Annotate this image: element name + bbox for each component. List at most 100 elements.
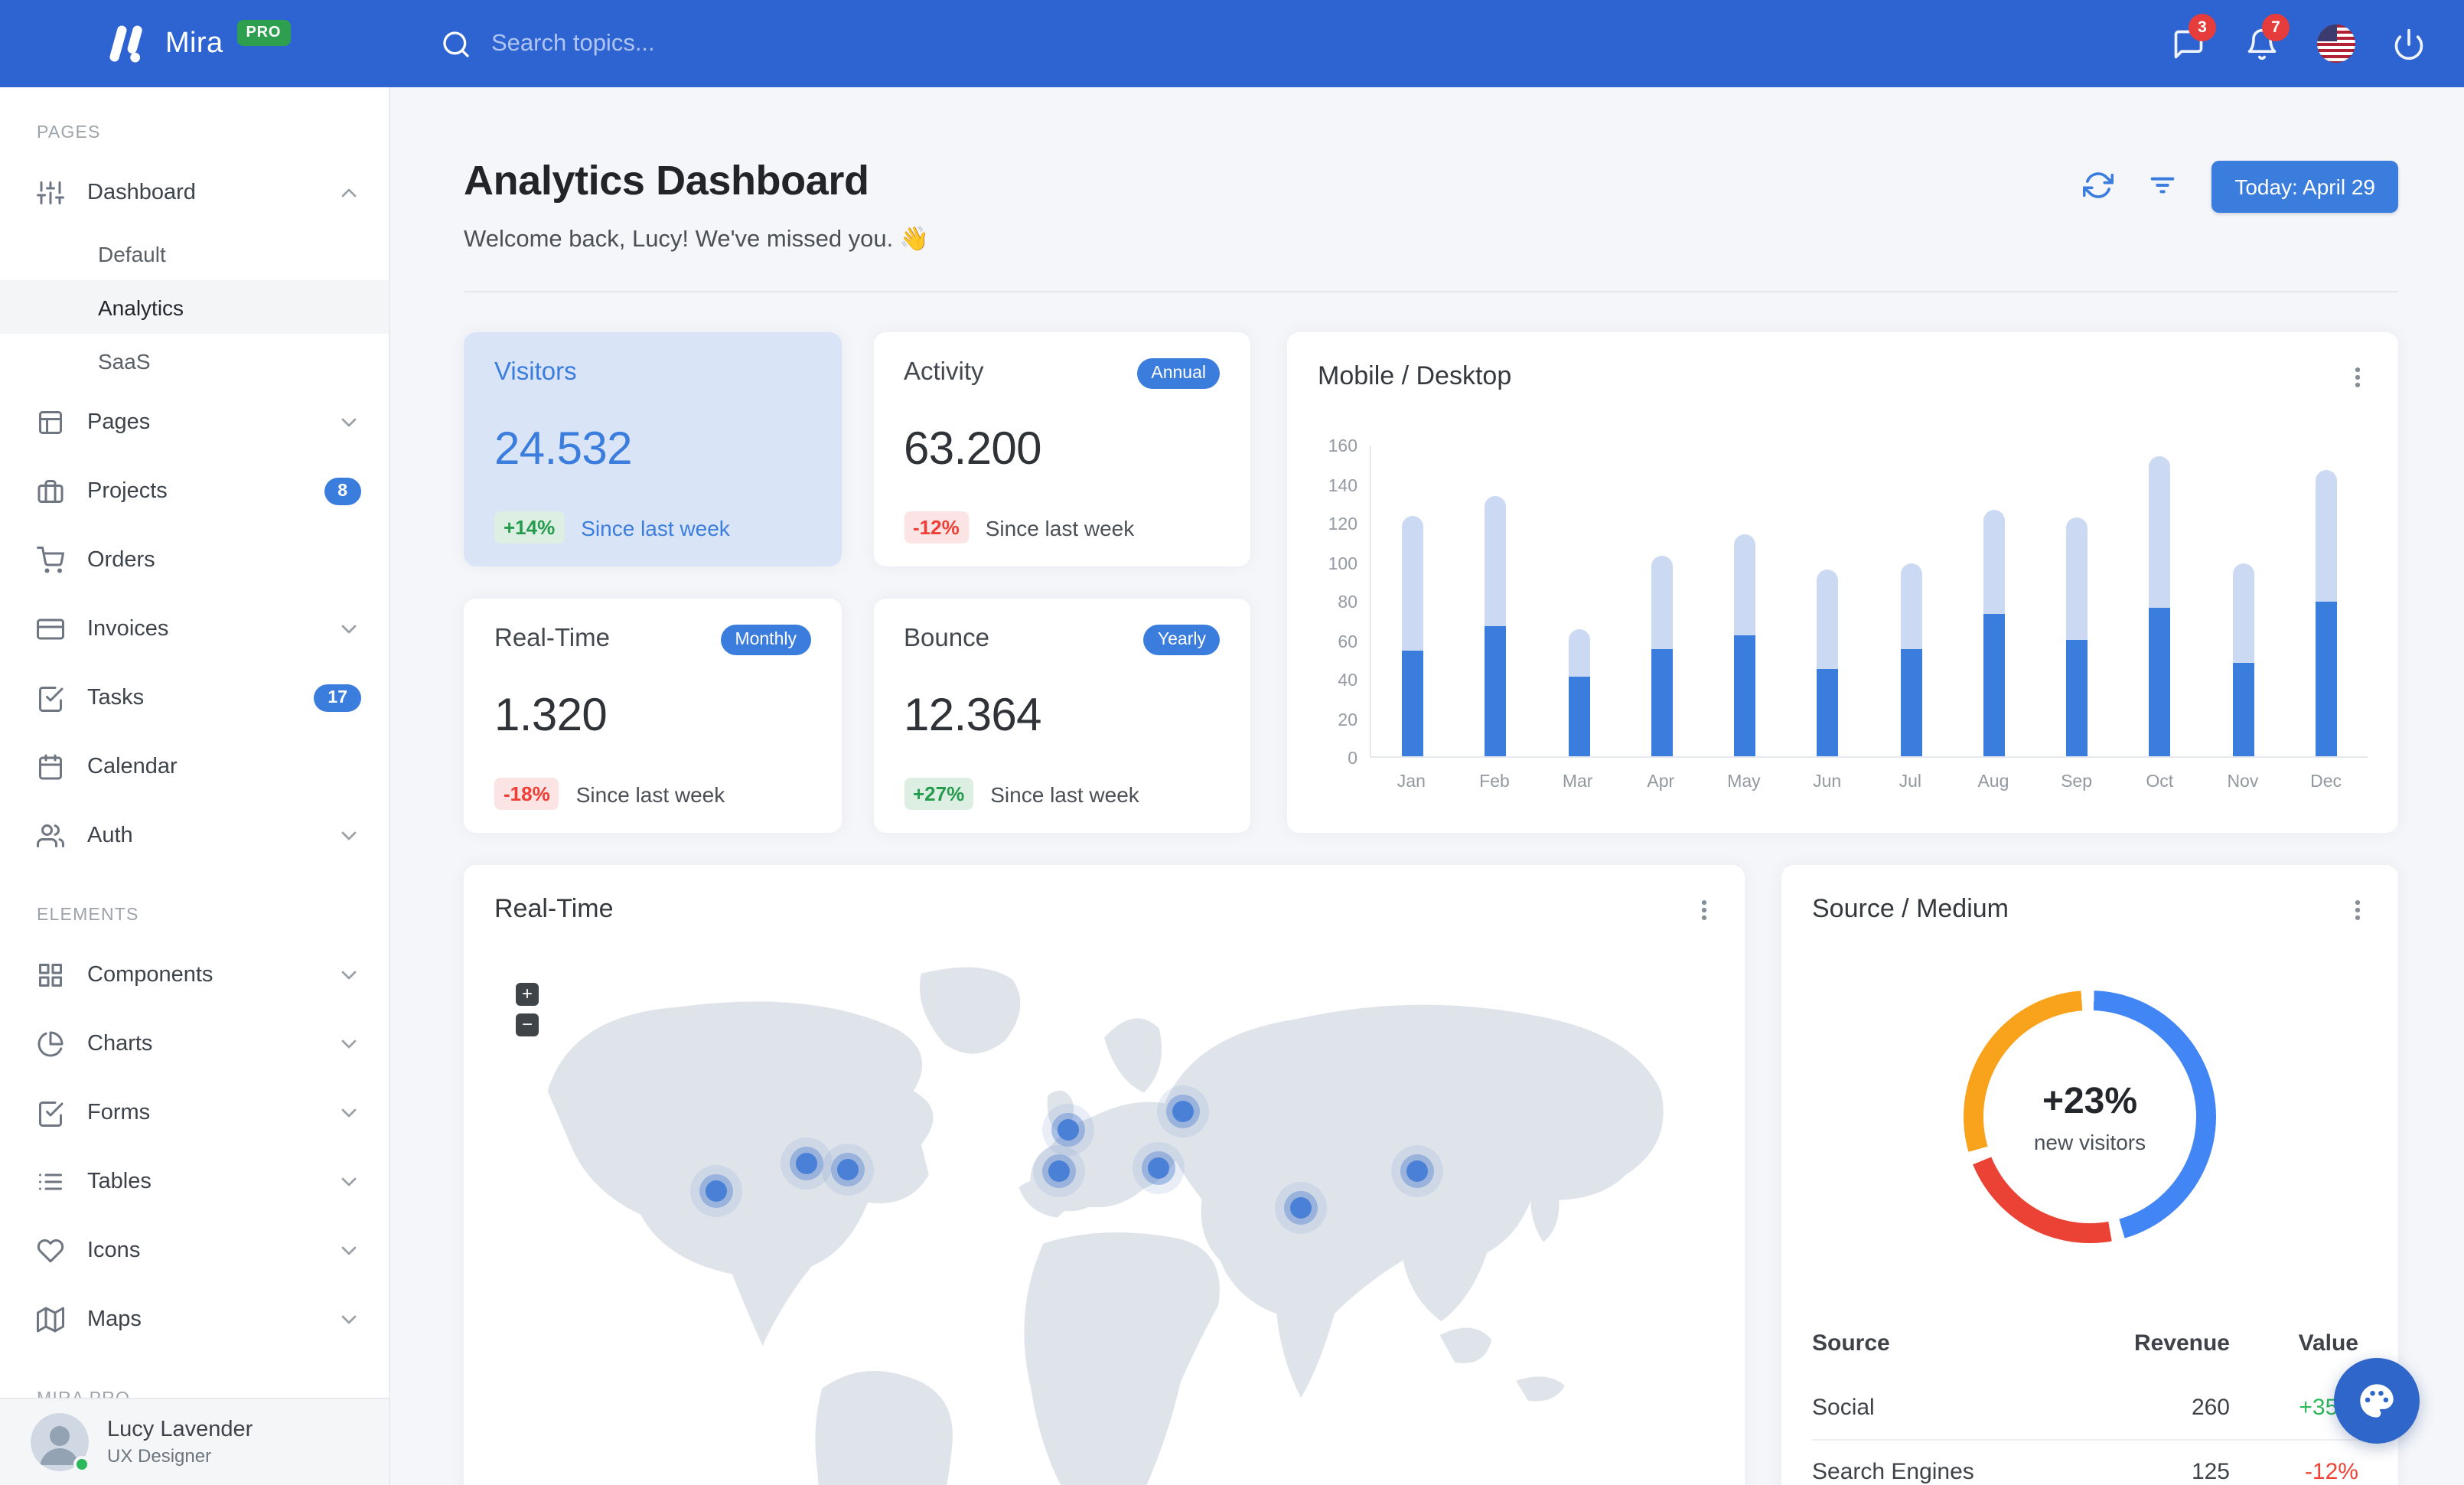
x-tick-label: Jun [1813,773,1842,791]
cell-source: Search Engines [1812,1459,1974,1485]
sidebar-subitem-default[interactable]: Default [0,227,389,280]
y-tick-label: 80 [1338,594,1357,612]
card-menu-button[interactable] [2340,893,2374,926]
y-tick-label: 60 [1338,633,1357,651]
bar-stack[interactable] [1983,510,2005,756]
bar-segment-mobile [1402,651,1424,756]
sidebar-subitem-label: Analytics [98,295,184,319]
col-header-revenue: Revenue [2133,1330,2230,1356]
theme-settings-fab[interactable] [2334,1358,2420,1444]
stat-period-badge[interactable]: Monthly [721,625,810,655]
brand[interactable]: Mira PRO [0,20,291,64]
stat-note: Since last week [990,782,1139,806]
sidebar-subitem-analytics[interactable]: Analytics [0,280,389,334]
stat-period-badge[interactable]: Annual [1137,358,1220,389]
bar-segment-mobile [2232,662,2254,756]
stat-value: 63.200 [904,424,1042,475]
sidebar-item-icons[interactable]: Icons [0,1216,389,1284]
notifications-button[interactable]: 7 [2225,0,2299,87]
bar-group-apr [1621,555,1704,756]
y-tick-label: 160 [1328,438,1357,456]
sidebar-item-forms[interactable]: Forms [0,1078,389,1147]
bar-stack[interactable] [2315,469,2337,756]
cell-source: Social [1812,1394,1875,1420]
x-tick-label: Oct [2146,773,2174,791]
us-flag-icon [2316,24,2355,63]
sidebar-item-label: Invoices [87,616,169,641]
bar-stack[interactable] [1402,516,1424,756]
map-zoom-in-button[interactable]: + [516,983,539,1006]
sidebar-item-count-badge: 17 [314,684,361,711]
stat-value: 1.320 [494,690,608,741]
chevron-down-icon [337,823,361,847]
sidebar-user[interactable]: Lucy Lavender UX Designer [0,1398,389,1485]
card-menu-button[interactable] [1687,893,1720,926]
bar-segment-mobile [2066,639,2088,756]
x-tick-label: Feb [1479,773,1510,791]
map-zoom-out-button[interactable]: − [516,1013,539,1036]
sidebar-item-auth[interactable]: Auth [0,801,389,870]
list-icon [37,1167,64,1195]
stat-title: Real-Time [494,625,610,652]
messages-button[interactable]: 3 [2152,0,2225,87]
bar-segment-mobile [2149,608,2171,756]
sidebar-item-label: Maps [87,1307,142,1331]
bar-stack[interactable] [2232,563,2254,756]
language-button[interactable] [2299,0,2372,87]
chevron-up-icon [337,180,361,204]
date-range-button[interactable]: Today: April 29 [2211,161,2398,213]
bar-stack[interactable] [1568,629,1590,756]
sidebar-item-tables[interactable]: Tables [0,1147,389,1216]
bar-stack[interactable] [1900,563,1922,756]
sidebar-item-orders[interactable]: Orders [0,525,389,594]
sidebar-item-charts[interactable]: Charts [0,1009,389,1078]
bar-stack[interactable] [1485,496,1507,756]
table-header-row: Source Revenue Value [1812,1310,2368,1375]
welcome-message: Welcome back, Lucy! We've missed you. 👋 [464,227,930,253]
sidebar-item-projects[interactable]: Projects 8 [0,456,389,525]
filter-icon[interactable] [2147,170,2181,204]
bar-segment-desktop [1900,563,1922,649]
bar-chart-x-axis: Jan Feb Mar Apr May Jun Jul Aug Sep Oct Nov Dec [1370,773,2368,791]
sidebar-item-label: Orders [87,547,155,572]
x-tick-label: Jul [1899,773,1921,791]
cell-value: -12% [2304,1459,2358,1485]
sidebar-item-calendar[interactable]: Calendar [0,732,389,801]
card-menu-button[interactable] [2340,360,2374,393]
logout-button[interactable] [2372,0,2446,87]
realtime-map-card: Real-Time + − [464,865,1745,1485]
grid-icon [37,961,64,988]
stat-period-badge[interactable]: Yearly [1143,625,1220,655]
header-actions: Today: April 29 [2083,161,2398,213]
bar-stack[interactable] [1817,569,1839,756]
sidebar-item-invoices[interactable]: Invoices [0,594,389,663]
refresh-icon[interactable] [2083,170,2117,204]
bar-segment-desktop [1568,629,1590,677]
search-input[interactable] [491,30,950,57]
user-name: Lucy Lavender [107,1418,253,1442]
sidebar-item-components[interactable]: Components [0,940,389,1009]
sidebar-item-label: Pages [87,410,151,434]
sidebar-item-dashboard[interactable]: Dashboard [0,158,389,227]
bar-segment-mobile [1900,648,1922,756]
bar-segment-mobile [1983,613,2005,756]
bar-stack[interactable] [1651,555,1673,756]
bar-stack[interactable] [2149,455,2171,756]
bar-stack[interactable] [2066,517,2088,756]
col-header-value: Value [2298,1330,2358,1356]
sidebar-item-tasks[interactable]: Tasks 17 [0,663,389,732]
sidebar-item-pages[interactable]: Pages [0,387,389,456]
bar-segment-desktop [2066,517,2088,639]
sidebar-section-label-elements: ELEMENTS [37,906,139,925]
chevron-down-icon [337,1238,361,1262]
bar-stack[interactable] [1734,534,1756,756]
sidebar-item-count-badge: 8 [324,477,361,504]
bar-group-feb [1455,496,1538,756]
bar-segment-mobile [1817,668,1839,756]
layout-icon [37,408,64,436]
sidebar-subitem-saas[interactable]: SaaS [0,334,389,387]
bar-segment-desktop [1817,569,1839,669]
sidebar-item-maps[interactable]: Maps [0,1284,389,1353]
stat-delta-badge: -12% [904,511,969,543]
sidebar-item-label: Charts [87,1031,153,1056]
